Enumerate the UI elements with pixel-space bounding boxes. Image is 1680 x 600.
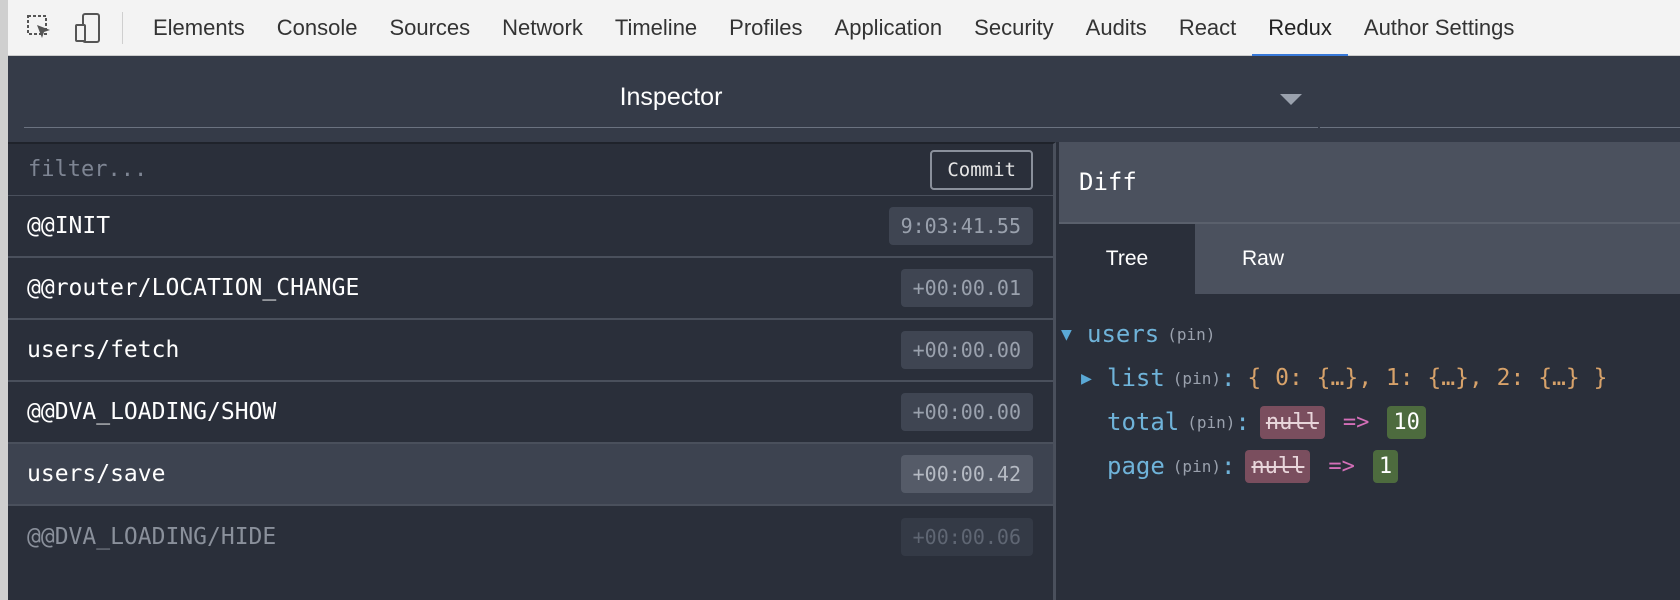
tab-sources[interactable]: Sources <box>373 0 486 56</box>
pin-link[interactable]: (pin) <box>1167 325 1215 344</box>
tree-node-page: page (pin) : null => 1 <box>1059 444 1680 488</box>
action-name: @@DVA_LOADING/SHOW <box>27 399 277 425</box>
subtab-spacer <box>1331 224 1680 294</box>
monitor-select[interactable]: Inspector <box>24 68 1318 128</box>
action-list: Commit @@INIT 9:03:41.55 @@router/LOCATI… <box>8 142 1056 600</box>
action-time: 9:03:41.55 <box>888 207 1033 245</box>
filter-input[interactable] <box>28 157 728 182</box>
commit-button[interactable]: Commit <box>930 149 1033 190</box>
removed-value: null <box>1259 405 1325 439</box>
pin-link[interactable]: (pin) <box>1173 369 1221 388</box>
redux-devtools: Inspector Commit @@INIT 9:03:41.55 @@rou… <box>8 56 1680 600</box>
tab-application[interactable]: Application <box>819 0 959 56</box>
action-name: users/save <box>27 461 166 487</box>
device-mode-icon[interactable] <box>68 0 108 56</box>
action-name: @@router/LOCATION_CHANGE <box>27 275 360 301</box>
tree-node-list[interactable]: ▶ list (pin) : { 0: {…}, 1: {…}, 2: {…} … <box>1059 356 1680 400</box>
tree-preview: { 0: {…}, 1: {…}, 2: {…} } <box>1247 365 1608 391</box>
pin-link[interactable]: (pin) <box>1173 457 1221 476</box>
action-row[interactable]: @@INIT 9:03:41.55 <box>8 196 1053 258</box>
tree-key: page <box>1107 452 1165 480</box>
monitor-label: Inspector <box>619 83 723 111</box>
added-value: 1 <box>1372 449 1399 483</box>
tab-elements[interactable]: Elements <box>137 0 261 56</box>
action-time: +00:00.00 <box>900 393 1033 431</box>
action-row[interactable]: @@DVA_LOADING/SHOW +00:00.00 <box>8 382 1053 444</box>
action-time: +00:00.42 <box>900 455 1033 493</box>
action-row[interactable]: users/fetch +00:00.00 <box>8 320 1053 382</box>
tab-profiles[interactable]: Profiles <box>713 0 818 56</box>
tab-author-settings[interactable]: Author Settings <box>1348 0 1530 56</box>
action-name: @@INIT <box>27 213 111 239</box>
tree-key: list <box>1107 364 1165 392</box>
tab-network[interactable]: Network <box>486 0 599 56</box>
action-row[interactable]: @@router/LOCATION_CHANGE +00:00.01 <box>8 258 1053 320</box>
monitor-header: Inspector <box>8 56 1680 142</box>
subtab-raw[interactable]: Raw <box>1195 224 1331 294</box>
tab-react[interactable]: React <box>1163 0 1252 56</box>
monitor-extra-field[interactable] <box>1320 68 1680 128</box>
action-time: +00:00.06 <box>900 518 1033 556</box>
diff-arrow: => <box>1342 409 1370 435</box>
removed-value: null <box>1245 449 1311 483</box>
diff-header: Diff <box>1059 142 1680 224</box>
pin-link[interactable]: (pin) <box>1187 413 1235 432</box>
tree-colon: : <box>1220 452 1236 480</box>
added-value: 10 <box>1387 405 1426 439</box>
diff-tree: ▼ users (pin) ▶ list (pin) : { 0: {…}, 1… <box>1059 294 1680 488</box>
action-time: +00:00.01 <box>900 269 1033 307</box>
action-row-selected[interactable]: users/save +00:00.42 <box>8 444 1053 506</box>
devtools-tabs: Elements Console Sources Network Timelin… <box>137 0 1530 57</box>
preview-subtabs: Tree Raw <box>1059 224 1680 294</box>
action-name: @@DVA_LOADING/HIDE <box>27 524 277 550</box>
expanded-arrow-icon[interactable]: ▼ <box>1061 324 1087 345</box>
tree-colon: : <box>1220 364 1236 392</box>
tab-timeline[interactable]: Timeline <box>599 0 713 56</box>
tree-key: total <box>1107 408 1180 436</box>
action-preview: Diff Tree Raw ▼ users (pin) ▶ list (pin)… <box>1059 142 1680 600</box>
tree-node-users[interactable]: ▼ users (pin) <box>1059 312 1680 356</box>
diff-arrow: => <box>1328 453 1355 479</box>
tree-key: users <box>1087 320 1160 348</box>
subtab-tree[interactable]: Tree <box>1059 224 1195 294</box>
tree-colon: : <box>1235 408 1250 436</box>
action-time: +00:00.00 <box>900 331 1033 369</box>
filter-row: Commit <box>8 144 1053 196</box>
collapsed-arrow-icon[interactable]: ▶ <box>1081 368 1107 389</box>
tab-security[interactable]: Security <box>958 0 1069 56</box>
inspect-element-icon[interactable] <box>20 0 60 56</box>
tab-audits[interactable]: Audits <box>1070 0 1163 56</box>
devtools-tabbar: Elements Console Sources Network Timelin… <box>8 0 1680 57</box>
tree-node-total: total (pin) : null => 10 <box>1059 400 1680 444</box>
toolbar-separator <box>122 11 123 44</box>
action-name: users/fetch <box>27 337 180 363</box>
action-row-skipped[interactable]: @@DVA_LOADING/HIDE +00:00.06 <box>8 506 1053 568</box>
chevron-down-icon <box>1280 94 1302 105</box>
tab-console[interactable]: Console <box>261 0 374 56</box>
tab-redux[interactable]: Redux <box>1252 0 1348 57</box>
